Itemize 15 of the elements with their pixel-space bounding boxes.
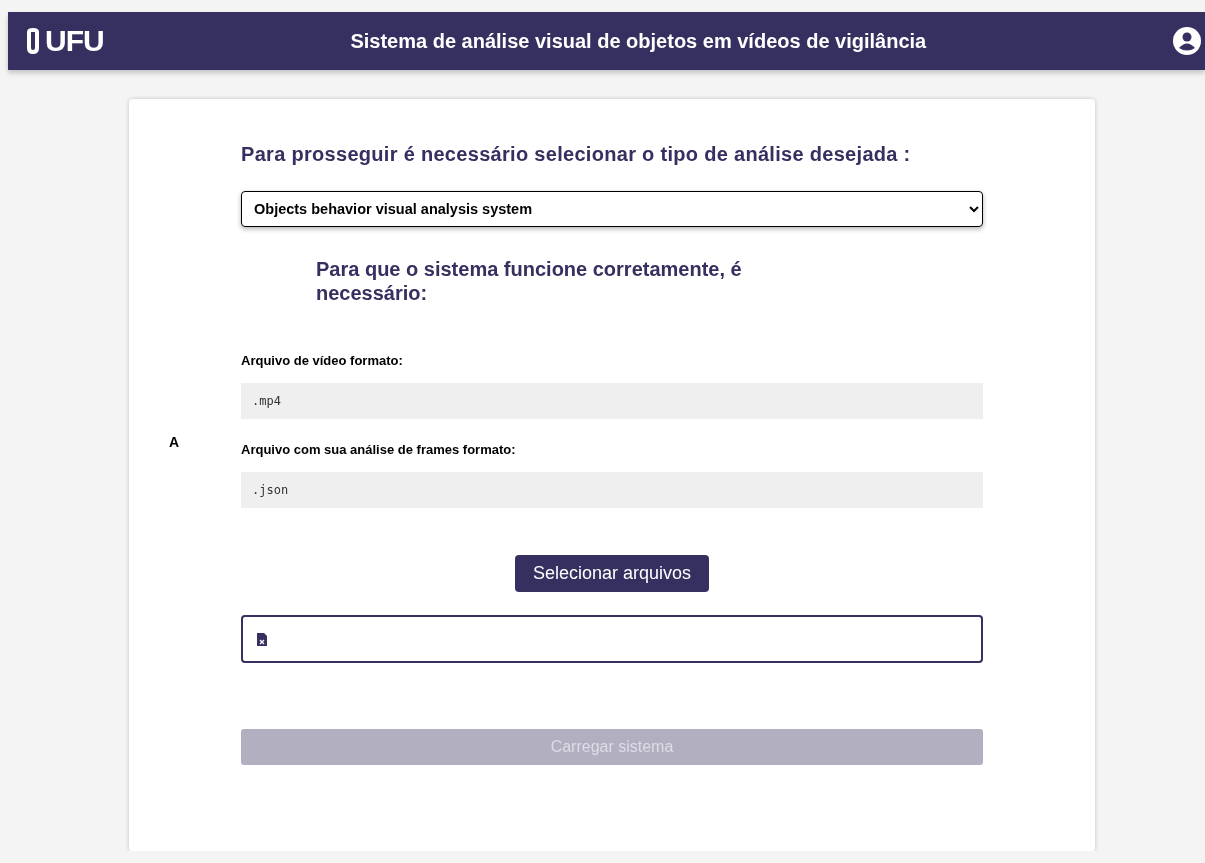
prompt-heading: Para prosseguir é necessário selecionar o tipo de análise desejada : bbox=[241, 143, 912, 166]
logo-icon bbox=[24, 28, 42, 54]
analysis-select[interactable]: Objects behavior visual analysis system bbox=[241, 191, 983, 227]
app-title: Sistema de análise visual de objetos em vídeos de vigilância bbox=[350, 29, 927, 53]
format-label: Arquivo com sua análise de frames formato: bbox=[241, 442, 517, 457]
file-icon bbox=[257, 632, 267, 646]
requirements-heading: Para que o sistema funcione corretamente, é necessário: bbox=[316, 257, 743, 305]
format-code-block: .json bbox=[241, 472, 983, 508]
format-code-block: .mp4 bbox=[241, 383, 983, 419]
select-files-button[interactable]: Selecionar arquivos bbox=[514, 555, 710, 592]
side-letter: A bbox=[167, 434, 180, 450]
user-avatar-icon[interactable] bbox=[1173, 27, 1201, 55]
caret-icon bbox=[969, 205, 979, 213]
format-label: Arquivo de vídeo formato: bbox=[241, 353, 404, 368]
logo-text: UFU bbox=[45, 24, 104, 58]
